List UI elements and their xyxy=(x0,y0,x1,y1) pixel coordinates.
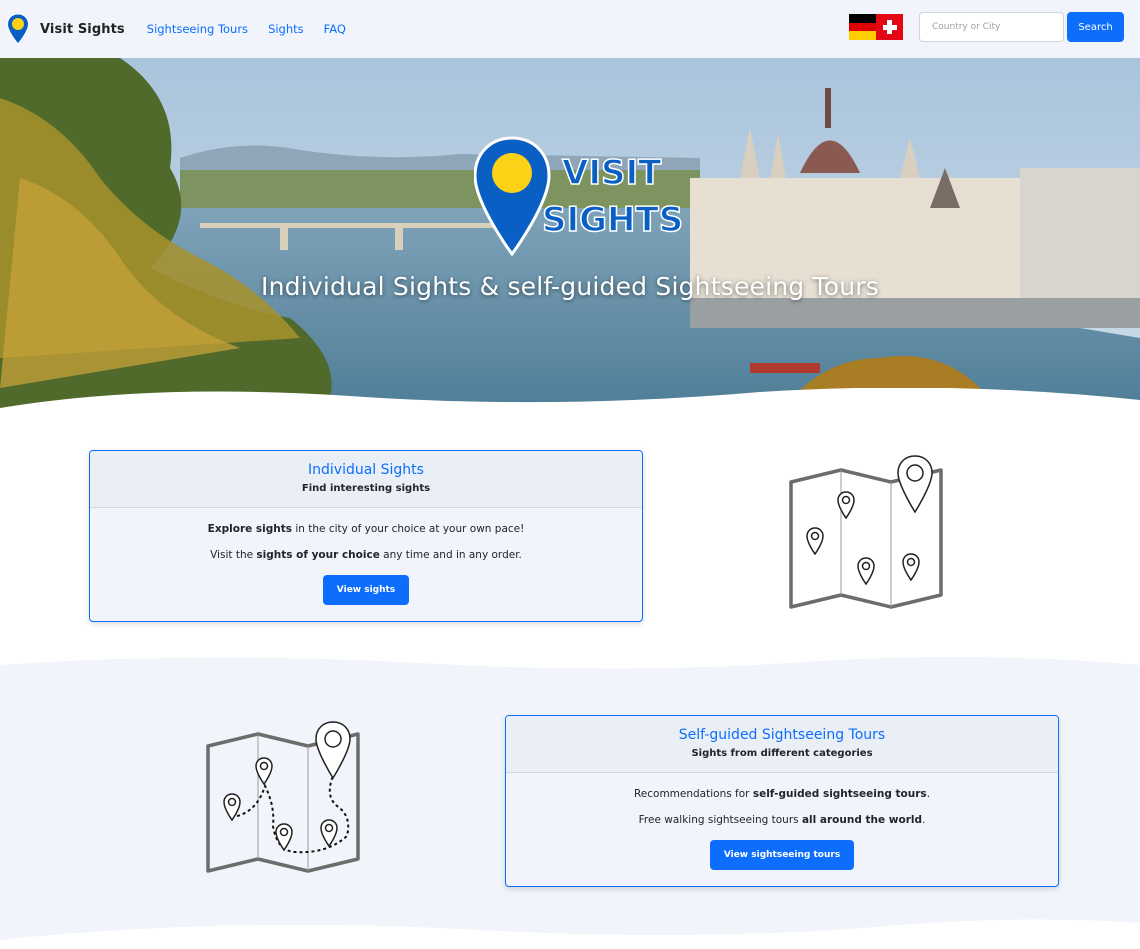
nav-link-faq[interactable]: FAQ xyxy=(314,22,356,36)
visit-sights-logo: VISIT SIGHTS xyxy=(474,136,684,256)
hero-banner: VISIT SIGHTS Individual Sights & self-gu… xyxy=(0,58,1140,413)
card-subtitle: Find interesting sights xyxy=(301,483,431,494)
route-map-illustration xyxy=(206,721,360,873)
view-sightseeing-tours-button[interactable]: View sightseeing tours xyxy=(709,840,855,870)
map-pins-illustration xyxy=(789,455,943,609)
card-body: Explore sights in the city of your choic… xyxy=(90,508,642,621)
logo-text-visit: VISIT xyxy=(562,153,662,193)
card-body: Recommendations for self-guided sightsee… xyxy=(506,773,1058,886)
view-sights-button[interactable]: View sights xyxy=(322,575,410,605)
map-pin-icon xyxy=(6,13,30,45)
flag-switzerland xyxy=(876,14,903,40)
card-header: Individual Sights Find interesting sight… xyxy=(90,451,642,508)
brand-link[interactable]: Visit Sights xyxy=(6,13,125,45)
card-subtitle: Sights from different categories xyxy=(691,748,873,759)
hero-wave-divider xyxy=(0,388,1140,413)
nav-right: Search xyxy=(849,12,1124,42)
brand-name: Visit Sights xyxy=(40,21,125,37)
hero-tagline: Individual Sights & self-guided Sightsee… xyxy=(261,272,879,301)
individual-sights-card: Individual Sights Find interesting sight… xyxy=(89,450,643,622)
logo-text-sights: SIGHTS xyxy=(542,200,683,240)
german-flag-icon[interactable] xyxy=(849,14,903,41)
card-text-line1: Explore sights in the city of your choic… xyxy=(207,523,525,535)
flag-germany xyxy=(849,14,876,41)
card-text-line2: Visit the sights of your choice any time… xyxy=(210,549,522,561)
card-header: Self-guided Sightseeing Tours Sights fro… xyxy=(506,716,1058,773)
card-title: Self-guided Sightseeing Tours xyxy=(678,727,886,743)
card-title: Individual Sights xyxy=(308,462,424,478)
search-button[interactable]: Search xyxy=(1067,12,1124,42)
card-text-line1: Recommendations for self-guided sightsee… xyxy=(633,788,931,800)
navbar: Visit Sights Sightseeing Tours Sights FA… xyxy=(0,0,1140,58)
nav-link-sights[interactable]: Sights xyxy=(258,22,314,36)
sightseeing-tours-card: Self-guided Sightseeing Tours Sights fro… xyxy=(505,715,1059,887)
nav-link-sightseeing-tours[interactable]: Sightseeing Tours xyxy=(137,22,258,36)
search-input[interactable] xyxy=(919,12,1064,42)
nav-links: Sightseeing Tours Sights FAQ xyxy=(137,22,356,36)
card-text-line2: Free walking sightseeing tours all aroun… xyxy=(638,814,926,826)
